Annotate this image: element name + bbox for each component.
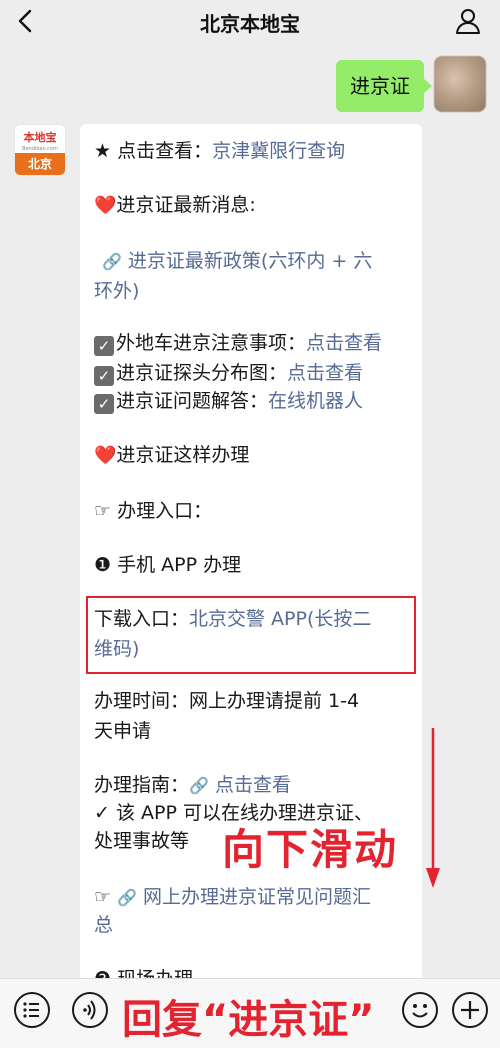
guide-line: 办理指南：🔗 点击查看 bbox=[94, 770, 291, 801]
guide-link[interactable]: 点击查看 bbox=[215, 774, 291, 796]
app-heading: ❶ 手机 APP 办理 bbox=[94, 554, 242, 576]
pointing-hand-icon: ☞ bbox=[94, 886, 118, 908]
reply-annotation[interactable]: 回复“进京证” bbox=[122, 987, 375, 1045]
faq-line-2[interactable]: 总 bbox=[94, 910, 113, 940]
list-item: ✓ 进京证问题解答：在线机器人 bbox=[94, 386, 363, 416]
download-prefix: 下载入口： bbox=[94, 608, 190, 630]
news-heading: ❤️进京证最新消息: bbox=[94, 190, 256, 221]
policy-link[interactable]: 进京证最新政策(六环内 + 六 bbox=[128, 250, 372, 272]
list-icon bbox=[23, 1002, 39, 1018]
app-note-line-2: 处理事故等 bbox=[94, 830, 190, 852]
list-item-link[interactable]: 点击查看 bbox=[306, 332, 382, 354]
swipe-down-annotation: 向下滑动 bbox=[222, 825, 399, 874]
more-button[interactable] bbox=[452, 992, 488, 1028]
guide-prefix: 办理指南： bbox=[94, 774, 190, 796]
policy-link-line-1[interactable]: 🔗 进京证最新政策(六环内 + 六 bbox=[102, 246, 372, 277]
policy-link-line-2[interactable]: 环外) bbox=[94, 276, 139, 306]
traffic-limit-link[interactable]: 京津冀限行查询 bbox=[212, 140, 345, 162]
list-item-label: 外地车进京注意事项： bbox=[116, 332, 307, 354]
list-item: ✓ 外地车进京注意事项：点击查看 bbox=[94, 328, 382, 358]
user-avatar[interactable] bbox=[434, 56, 486, 112]
download-line-2[interactable]: 维码) bbox=[94, 634, 139, 664]
profile-icon[interactable] bbox=[454, 7, 482, 35]
time-line-2: 天申请 bbox=[94, 720, 152, 742]
faq-line-1[interactable]: ☞ 🔗 网上办理进京证常见问题汇 bbox=[94, 882, 371, 913]
checkbox-icon: ✓ bbox=[94, 336, 114, 356]
heart-icon: ❤️ bbox=[94, 445, 117, 466]
link-icon: 🔗 bbox=[189, 776, 209, 795]
input-bar: 回复“进京证” bbox=[0, 978, 500, 1048]
download-link[interactable]: 北京交警 APP(长按二 bbox=[189, 608, 371, 630]
time-line-1: 办理时间：网上办理请提前 1-4 bbox=[94, 690, 360, 712]
star-line: ★ 点击查看：京津冀限行查询 bbox=[94, 136, 345, 166]
emoji-button[interactable] bbox=[402, 992, 438, 1028]
plus-icon bbox=[461, 1001, 479, 1019]
heart-icon: ❤️ bbox=[94, 195, 117, 216]
voice-icon bbox=[83, 1000, 96, 1020]
bot-avatar[interactable]: 本地宝 Bendibao.com 北京 bbox=[14, 124, 66, 176]
list-item-link[interactable]: 点击查看 bbox=[287, 362, 363, 384]
chat-title: 北京本地宝 bbox=[200, 12, 300, 36]
list-item-label: 进京证问题解答： bbox=[116, 390, 269, 412]
list-item-label: 进京证探头分布图： bbox=[116, 362, 288, 384]
checkbox-icon: ✓ bbox=[94, 394, 114, 414]
list-item: ✓ 进京证探头分布图：点击查看 bbox=[94, 358, 363, 388]
list-item-link[interactable]: 在线机器人 bbox=[268, 390, 363, 412]
download-line-1: 下载入口：北京交警 APP(长按二 bbox=[94, 604, 371, 634]
link-icon: 🔗 bbox=[117, 888, 137, 907]
star-line-prefix: ★ 点击查看： bbox=[94, 140, 213, 162]
entry-label: ☞ 办理入口： bbox=[94, 500, 213, 522]
menu-button[interactable] bbox=[14, 992, 50, 1028]
smiley-icon bbox=[412, 1004, 428, 1018]
down-arrow-icon bbox=[426, 728, 440, 888]
link-icon: 🔗 bbox=[102, 252, 122, 271]
outgoing-message[interactable]: 进京证 bbox=[336, 60, 432, 112]
logo-url-text: Bendibao.com bbox=[22, 146, 58, 152]
process-heading-text: 进京证这样办理 bbox=[116, 444, 250, 466]
news-heading-text: 进京证最新消息: bbox=[116, 194, 256, 216]
faq-link[interactable]: 网上办理进京证常见问题汇 bbox=[143, 886, 371, 908]
voice-button[interactable] bbox=[72, 992, 108, 1028]
top-bar: 北京本地宝 bbox=[0, 0, 500, 42]
logo-city-text: 北京 bbox=[15, 153, 65, 175]
checkbox-icon: ✓ bbox=[94, 366, 114, 386]
process-heading: ❤️进京证这样办理 bbox=[94, 440, 249, 471]
